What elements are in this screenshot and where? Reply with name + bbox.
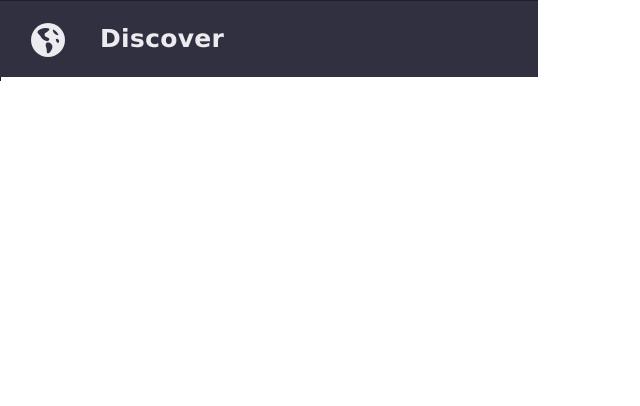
globe-icon: [30, 22, 66, 58]
nav-item-discover[interactable]: Discover: [0, 0, 538, 81]
nav-item-label: Discover: [100, 24, 225, 53]
